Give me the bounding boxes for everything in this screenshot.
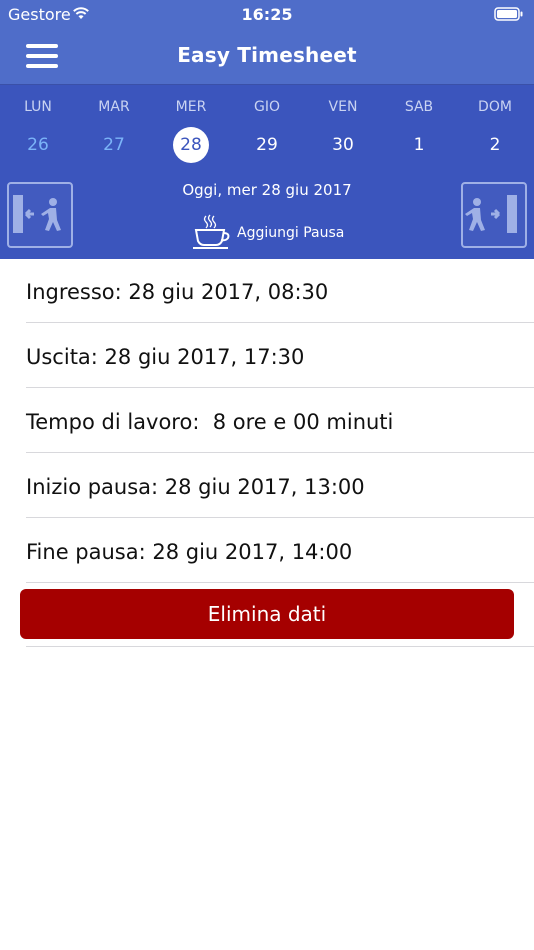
day-name: GIO: [254, 99, 280, 115]
status-bar: Gestore 16:25: [0, 0, 534, 28]
coffee-cup-icon: [193, 214, 230, 249]
pause-end-entry[interactable]: Fine pausa: 28 giu 2017, 14:00: [26, 518, 534, 583]
add-pause-label: Aggiungi Pausa: [237, 225, 345, 241]
add-pause-button[interactable]: Aggiungi Pausa: [190, 213, 350, 251]
today-date-label: Oggi, mer 28 giu 2017: [182, 181, 352, 199]
work-time-entry: Tempo di lavoro: 8 ore e 00 minuti: [26, 388, 534, 453]
nav-bar: Easy Timesheet: [0, 28, 534, 84]
day-name: MAR: [98, 99, 130, 115]
page-title: Easy Timesheet: [177, 43, 357, 67]
divider: [26, 646, 534, 647]
day-name: VEN: [328, 99, 358, 115]
day-number[interactable]: 30: [325, 127, 361, 163]
day-number-selected[interactable]: 28: [173, 127, 209, 163]
status-time: 16:25: [241, 5, 293, 24]
week-calendar: LUN 26 MAR 27 MER 28 GIO 29 VEN 30 SAB 1…: [0, 84, 534, 259]
pause-start-entry[interactable]: Inizio pausa: 28 giu 2017, 13:00: [26, 453, 534, 518]
check-out-entry[interactable]: Uscita: 28 giu 2017, 17:30: [26, 323, 534, 388]
timesheet-entries-list: Ingresso: 28 giu 2017, 08:30 Uscita: 28 …: [0, 258, 534, 583]
battery-icon: [494, 7, 523, 21]
exit-door-icon: [465, 195, 517, 233]
day-name: SAB: [404, 99, 434, 115]
check-in-entry[interactable]: Ingresso: 28 giu 2017, 08:30: [26, 258, 534, 323]
day-name: DOM: [478, 99, 512, 115]
check-out-button[interactable]: [461, 182, 527, 248]
day-number[interactable]: 26: [20, 127, 56, 163]
day-number[interactable]: 27: [96, 127, 132, 163]
day-number[interactable]: 2: [477, 127, 513, 163]
day-name: LUN: [24, 99, 52, 115]
day-name: MER: [175, 99, 207, 115]
delete-data-button[interactable]: Elimina dati: [20, 589, 514, 639]
day-number[interactable]: 29: [249, 127, 285, 163]
day-number[interactable]: 1: [401, 127, 437, 163]
